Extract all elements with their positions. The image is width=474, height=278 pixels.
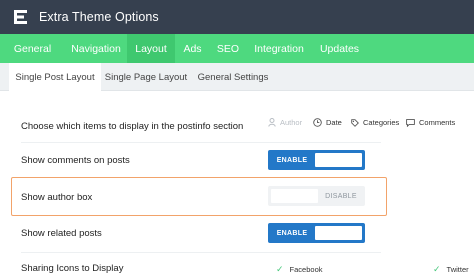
tab-ads[interactable]: Ads [175,34,210,63]
row-divider [21,252,381,253]
user-icon [268,118,276,127]
postinfo-item-label: Date [326,118,342,127]
subtab-label: General Settings [197,71,269,83]
subtab-label: Single Page Layout [104,71,188,83]
subtab-general-settings[interactable]: General Settings [192,63,274,91]
subtab-single-post-layout[interactable]: Single Post Layout [9,63,101,91]
toggle-state-label: DISABLE [325,192,357,200]
app-title: Extra Theme Options [39,10,159,24]
tab-layout[interactable]: Layout [127,34,175,63]
tab-label: General [13,42,52,55]
main-nav: General Navigation Layout Ads SEO Integr… [0,34,474,63]
clock-icon [313,118,322,127]
subtab-single-page-layout[interactable]: Single Page Layout [102,63,190,91]
title-bar: Extra Theme Options [0,0,474,34]
comment-icon [406,118,415,127]
share-facebook-option[interactable]: ✓ Facebook [276,264,322,275]
tab-integration[interactable]: Integration [246,34,312,63]
tab-label: Integration [254,42,304,55]
postinfo-categories-option[interactable]: Categories [351,118,399,127]
tab-label: Updates [319,42,360,55]
toggle-state-label: ENABLE [276,156,308,164]
toggle-state-label: ENABLE [276,229,308,237]
show-related-toggle[interactable]: ENABLE [268,223,365,243]
share-item-label: Facebook [289,265,323,274]
checkmark-icon: ✓ [276,264,284,274]
postinfo-author-option[interactable]: Author [268,118,302,127]
sub-nav: Single Post Layout Single Page Layout Ge… [0,63,474,91]
show-comments-label: Show comments on posts [21,155,130,166]
tab-label: SEO [216,42,240,55]
share-item-label: Twitter [446,265,469,274]
checkmark-icon: ✓ [433,264,441,274]
tab-seo[interactable]: SEO [210,34,246,63]
toggle-knob [315,153,362,167]
extra-logo-icon [13,9,29,25]
row-divider [21,142,381,143]
tab-label: Navigation [71,42,121,55]
show-author-box-toggle[interactable]: DISABLE [268,186,365,206]
postinfo-label: Choose which items to display in the pos… [21,121,244,132]
show-related-label: Show related posts [21,228,102,239]
show-comments-toggle[interactable]: ENABLE [268,150,365,170]
subtab-label: Single Post Layout [15,71,95,83]
share-twitter-option[interactable]: ✓ Twitter [433,264,469,275]
tab-general[interactable]: General [0,34,65,63]
postinfo-item-label: Comments [419,118,456,127]
show-author-box-label: Show author box [21,192,93,203]
postinfo-comments-option[interactable]: Comments [406,118,455,127]
tab-navigation[interactable]: Navigation [65,34,127,63]
tab-label: Layout [135,42,167,55]
postinfo-item-label: Categories [363,118,400,127]
toggle-knob [315,226,362,240]
tag-icon [351,118,359,127]
toggle-knob [271,189,318,203]
postinfo-date-option[interactable]: Date [313,118,342,127]
postinfo-item-label: Author [280,118,303,127]
tab-updates[interactable]: Updates [312,34,367,63]
tab-label: Ads [183,42,202,55]
sharing-icons-label: Sharing Icons to Display [21,263,124,274]
